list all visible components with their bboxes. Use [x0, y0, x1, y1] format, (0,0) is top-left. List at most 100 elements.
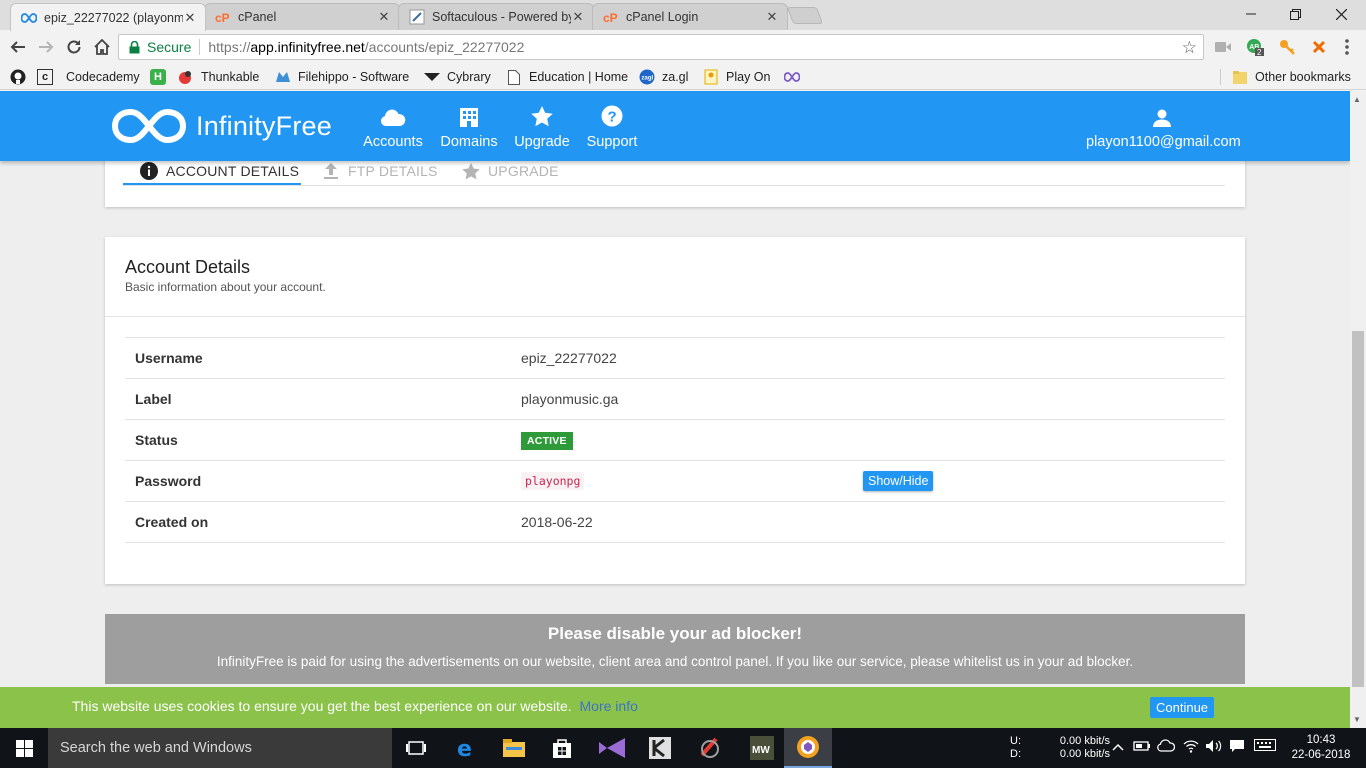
- edge-icon[interactable]: e: [442, 728, 490, 768]
- key-icon[interactable]: [1278, 38, 1296, 56]
- upload-label: U:: [1010, 735, 1021, 747]
- ccleaner-icon[interactable]: [686, 728, 734, 768]
- nav-support[interactable]: ? Support: [585, 103, 639, 150]
- browser-tab-softaculous[interactable]: Softaculous - Powered by ✕: [398, 3, 594, 30]
- bookmark-playon[interactable]: Play On: [703, 68, 770, 86]
- tab-title: Softaculous - Powered by: [432, 10, 571, 24]
- star-icon: [462, 162, 480, 180]
- nav-upgrade[interactable]: Upgrade: [514, 103, 570, 150]
- bookmark-h[interactable]: H: [150, 68, 173, 86]
- more-info-link[interactable]: More info: [580, 698, 638, 714]
- browser-taskbar-icon[interactable]: [784, 728, 832, 768]
- scroll-up-icon[interactable]: ▲: [1353, 95, 1361, 104]
- chevron-up-icon[interactable]: [1112, 739, 1124, 754]
- cloud-sync-icon[interactable]: [1157, 739, 1176, 756]
- page-viewport: InfinityFree Accounts Domains Upgrade ? …: [0, 91, 1350, 728]
- adblock-extension-icon[interactable]: AB 2: [1246, 38, 1264, 57]
- battery-icon[interactable]: [1133, 739, 1151, 756]
- extension-badge: 2: [1257, 48, 1262, 57]
- k-app-icon[interactable]: [636, 728, 684, 768]
- volume-icon[interactable]: [1205, 739, 1223, 756]
- bookmark-infinity[interactable]: [784, 68, 807, 86]
- bookmark-filehippo[interactable]: Filehippo - Software: [275, 68, 409, 86]
- bookmark-zagl[interactable]: zagl za.gl: [639, 68, 688, 86]
- task-view-icon[interactable]: [392, 728, 440, 768]
- site-logo[interactable]: InfinityFree: [112, 106, 332, 146]
- bookmark-label: Other bookmarks: [1255, 70, 1351, 84]
- store-icon[interactable]: [538, 728, 586, 768]
- back-button[interactable]: [7, 36, 29, 58]
- row-label: Label: [135, 391, 172, 407]
- home-button[interactable]: [91, 36, 113, 58]
- reload-button[interactable]: [63, 36, 85, 58]
- scroll-down-icon[interactable]: ▼: [1353, 715, 1361, 724]
- browser-tab-account[interactable]: epiz_22277022 (playonm ✕: [10, 3, 206, 31]
- close-icon[interactable]: ✕: [377, 9, 391, 25]
- visual-studio-icon[interactable]: [588, 728, 636, 768]
- svg-text:?: ?: [608, 109, 617, 126]
- url-path: /accounts/epiz_22277022: [364, 39, 525, 55]
- user-menu[interactable]: playon1100@gmail.com: [1086, 103, 1241, 150]
- nav-accounts[interactable]: Accounts: [362, 103, 424, 150]
- brand-name: InfinityFree: [196, 110, 332, 141]
- lock-icon: [127, 40, 141, 54]
- page-scrollbar[interactable]: ▲ ▼: [1350, 91, 1366, 728]
- address-bar[interactable]: Secure https:// app.infinityfree.net /ac…: [118, 34, 1204, 60]
- browser-tab-cpanel-login[interactable]: cP cPanel Login ✕: [592, 3, 788, 30]
- start-button[interactable]: [0, 728, 48, 768]
- svg-text:cP: cP: [215, 11, 230, 23]
- tab-label: FTP DETAILS: [348, 163, 438, 179]
- close-icon[interactable]: ✕: [571, 9, 585, 25]
- cookie-bar: This website uses cookies to ensure you …: [0, 687, 1350, 728]
- nav-label: Domains: [440, 134, 498, 150]
- bookmark-education[interactable]: Education | Home: [506, 68, 628, 86]
- show-hide-password-button[interactable]: Show/Hide: [863, 471, 934, 491]
- bookmark-github[interactable]: [10, 68, 33, 86]
- wifi-icon[interactable]: [1183, 739, 1199, 756]
- nav-label: Support: [586, 134, 638, 150]
- close-window-button[interactable]: [1318, 0, 1364, 28]
- bookmarks-bar: c Codecademy H Thunkable Filehippo - Sof…: [0, 64, 1366, 90]
- new-tab-button[interactable]: [786, 7, 824, 24]
- bookmark-star-icon[interactable]: ☆: [1182, 38, 1197, 58]
- system-clock[interactable]: 10:43 22-06-2018: [1284, 733, 1358, 763]
- codecademy-c-icon: c: [37, 69, 53, 85]
- adblock-notice: Please disable your ad blocker! Infinity…: [105, 614, 1245, 684]
- bookmark-other[interactable]: Other bookmarks: [1232, 68, 1351, 86]
- row-label: Password: [135, 473, 202, 489]
- softaculous-icon: [409, 9, 425, 25]
- tab-title: epiz_22277022 (playonm: [44, 10, 183, 25]
- close-icon[interactable]: ✕: [183, 10, 197, 26]
- bookmark-codecademy[interactable]: Codecademy: [66, 68, 140, 86]
- nav-domains[interactable]: Domains: [440, 103, 498, 150]
- table-row-status: Status ACTIVE: [125, 419, 1225, 461]
- help-icon: ?: [585, 103, 639, 127]
- bookmark-codecademy-icon[interactable]: c: [37, 68, 60, 86]
- playon-icon: [703, 69, 719, 85]
- menu-icon[interactable]: [1338, 38, 1356, 56]
- infinity-icon: [21, 10, 37, 26]
- game-mw-icon[interactable]: MW: [738, 728, 786, 768]
- scrollbar-thumb[interactable]: [1352, 331, 1364, 687]
- notifications-icon[interactable]: [1229, 739, 1245, 756]
- tab-label: ACCOUNT DETAILS: [166, 163, 300, 179]
- info-icon: [140, 162, 158, 180]
- file-explorer-icon[interactable]: [490, 728, 538, 768]
- browser-tab-cpanel[interactable]: cP cPanel ✕: [204, 3, 400, 30]
- forward-button[interactable]: [35, 36, 57, 58]
- bookmark-label: Education | Home: [529, 70, 629, 84]
- bookmark-cybrary[interactable]: Cybrary: [424, 68, 491, 86]
- camera-icon[interactable]: [1214, 38, 1232, 56]
- tools-icon[interactable]: [1310, 38, 1328, 56]
- restore-button[interactable]: [1272, 0, 1318, 28]
- taskbar-search[interactable]: Search the web and Windows: [48, 728, 392, 768]
- minimize-button[interactable]: [1228, 0, 1274, 28]
- continue-button[interactable]: Continue: [1150, 697, 1215, 718]
- bookmark-thunkable[interactable]: Thunkable: [178, 68, 259, 86]
- keyboard-icon[interactable]: [1254, 739, 1276, 754]
- infinity-logo-icon: [112, 108, 186, 144]
- row-label: Created on: [135, 514, 209, 530]
- user-icon: [1086, 103, 1238, 127]
- close-icon[interactable]: ✕: [765, 9, 779, 25]
- tab-divider: [123, 185, 1225, 186]
